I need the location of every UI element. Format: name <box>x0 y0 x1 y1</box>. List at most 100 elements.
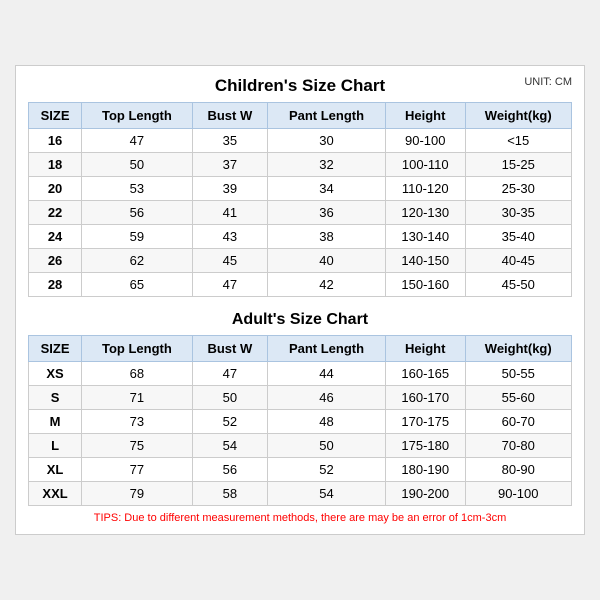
adult-col-height: Height <box>385 336 465 362</box>
adult-col-pant-length: Pant Length <box>268 336 386 362</box>
table-cell: 60-70 <box>465 410 572 434</box>
table-cell: 24 <box>29 225 82 249</box>
table-cell: 38 <box>268 225 386 249</box>
table-cell: 50 <box>192 386 267 410</box>
table-row: 28654742150-16045-50 <box>29 273 572 297</box>
table-cell: 43 <box>192 225 267 249</box>
table-cell: 22 <box>29 201 82 225</box>
table-cell: 42 <box>268 273 386 297</box>
adult-col-size: SIZE <box>29 336 82 362</box>
table-cell: 47 <box>192 273 267 297</box>
table-cell: 58 <box>192 482 267 506</box>
col-pant-length: Pant Length <box>268 103 386 129</box>
table-row: XXL795854190-20090-100 <box>29 482 572 506</box>
table-cell: 160-170 <box>385 386 465 410</box>
adult-section-header: Adult's Size Chart <box>28 303 572 335</box>
table-cell: S <box>29 386 82 410</box>
table-cell: 100-110 <box>385 153 465 177</box>
table-cell: 130-140 <box>385 225 465 249</box>
col-top-length: Top Length <box>82 103 192 129</box>
adult-table-head: SIZE Top Length Bust W Pant Length Heigh… <box>29 336 572 362</box>
table-cell: 75 <box>82 434 192 458</box>
chart-title: Children's Size Chart <box>215 76 385 96</box>
table-cell: 40 <box>268 249 386 273</box>
table-cell: 20 <box>29 177 82 201</box>
table-cell: 56 <box>82 201 192 225</box>
table-row: M735248170-17560-70 <box>29 410 572 434</box>
adult-table-body: XS684744160-16550-55S715046160-17055-60M… <box>29 362 572 506</box>
table-cell: 45 <box>192 249 267 273</box>
table-row: XL775652180-19080-90 <box>29 458 572 482</box>
col-weight: Weight(kg) <box>465 103 572 129</box>
table-cell: 77 <box>82 458 192 482</box>
children-header-row: SIZE Top Length Bust W Pant Length Heigh… <box>29 103 572 129</box>
adult-col-weight: Weight(kg) <box>465 336 572 362</box>
table-row: 20533934110-12025-30 <box>29 177 572 201</box>
table-cell: 40-45 <box>465 249 572 273</box>
table-cell: 47 <box>192 362 267 386</box>
adult-header-row: SIZE Top Length Bust W Pant Length Heigh… <box>29 336 572 362</box>
table-cell: 18 <box>29 153 82 177</box>
table-cell: 175-180 <box>385 434 465 458</box>
table-cell: XL <box>29 458 82 482</box>
table-cell: 79 <box>82 482 192 506</box>
table-cell: XS <box>29 362 82 386</box>
table-cell: 41 <box>192 201 267 225</box>
table-cell: 50 <box>82 153 192 177</box>
table-cell: 62 <box>82 249 192 273</box>
col-size: SIZE <box>29 103 82 129</box>
table-cell: 35-40 <box>465 225 572 249</box>
table-cell: 26 <box>29 249 82 273</box>
table-cell: 52 <box>268 458 386 482</box>
table-cell: L <box>29 434 82 458</box>
table-row: 24594338130-14035-40 <box>29 225 572 249</box>
table-cell: 48 <box>268 410 386 434</box>
table-cell: 120-130 <box>385 201 465 225</box>
table-cell: 150-160 <box>385 273 465 297</box>
table-cell: 32 <box>268 153 386 177</box>
table-cell: 39 <box>192 177 267 201</box>
children-table-body: 1647353090-100<1518503732100-11015-25205… <box>29 129 572 297</box>
tips-text: TIPS: Due to different measurement metho… <box>28 512 572 524</box>
table-cell: 30 <box>268 129 386 153</box>
table-cell: 50-55 <box>465 362 572 386</box>
table-cell: 54 <box>192 434 267 458</box>
unit-label: UNIT: CM <box>524 76 572 88</box>
table-cell: 36 <box>268 201 386 225</box>
table-cell: 140-150 <box>385 249 465 273</box>
col-height: Height <box>385 103 465 129</box>
table-cell: 52 <box>192 410 267 434</box>
table-cell: 50 <box>268 434 386 458</box>
table-cell: 16 <box>29 129 82 153</box>
table-cell: 80-90 <box>465 458 572 482</box>
table-cell: 34 <box>268 177 386 201</box>
table-cell: 73 <box>82 410 192 434</box>
adult-col-top-length: Top Length <box>82 336 192 362</box>
table-cell: 28 <box>29 273 82 297</box>
table-cell: 37 <box>192 153 267 177</box>
table-cell: 70-80 <box>465 434 572 458</box>
table-row: 18503732100-11015-25 <box>29 153 572 177</box>
table-cell: 55-60 <box>465 386 572 410</box>
col-bust-w: Bust W <box>192 103 267 129</box>
table-row: XS684744160-16550-55 <box>29 362 572 386</box>
table-cell: 68 <box>82 362 192 386</box>
table-cell: 44 <box>268 362 386 386</box>
children-table-head: SIZE Top Length Bust W Pant Length Heigh… <box>29 103 572 129</box>
table-row: L755450175-18070-80 <box>29 434 572 458</box>
table-cell: 35 <box>192 129 267 153</box>
chart-header: Children's Size Chart UNIT: CM <box>28 76 572 96</box>
table-cell: 65 <box>82 273 192 297</box>
table-cell: 90-100 <box>385 129 465 153</box>
table-row: 22564136120-13030-35 <box>29 201 572 225</box>
table-cell: 46 <box>268 386 386 410</box>
table-cell: 180-190 <box>385 458 465 482</box>
table-cell: 190-200 <box>385 482 465 506</box>
table-cell: 53 <box>82 177 192 201</box>
table-cell: 47 <box>82 129 192 153</box>
table-row: S715046160-17055-60 <box>29 386 572 410</box>
table-row: 26624540140-15040-45 <box>29 249 572 273</box>
table-cell: 30-35 <box>465 201 572 225</box>
table-cell: 170-175 <box>385 410 465 434</box>
table-row: 1647353090-100<15 <box>29 129 572 153</box>
